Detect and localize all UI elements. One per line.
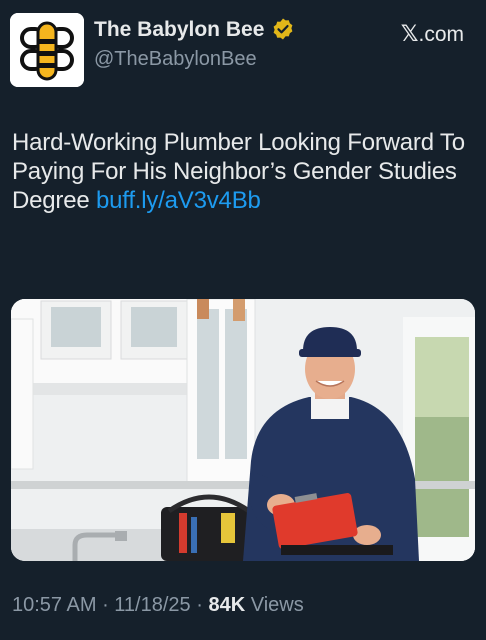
source-site[interactable]: 𝕏.com: [401, 21, 464, 47]
separator: ·: [190, 594, 209, 616]
views-label: Views: [245, 594, 304, 616]
tweet-header: The Babylon Bee @TheBabylonBee 𝕏.com: [10, 13, 464, 89]
tweet-text: Hard-Working Plumber Looking Forward To …: [12, 128, 474, 215]
bee-logo-icon: [10, 13, 84, 87]
verified-badge-icon: [273, 18, 293, 39]
tweet-link[interactable]: buff.ly/aV3v4Bb: [96, 187, 261, 214]
display-name[interactable]: The Babylon Bee: [94, 17, 264, 43]
handle[interactable]: @TheBabylonBee: [94, 46, 295, 72]
tweet-image[interactable]: [11, 299, 475, 561]
avatar[interactable]: [10, 13, 84, 87]
plumber-photo: [11, 299, 475, 561]
separator: ·: [96, 594, 115, 616]
tweet-meta: 10:57 AM · 11/18/25 · 84K Views: [12, 594, 304, 617]
tweet-time[interactable]: 10:57 AM: [12, 594, 97, 616]
views-count[interactable]: 84K: [208, 594, 245, 616]
source-label: .com: [418, 23, 464, 46]
account-names: The Babylon Bee @TheBabylonBee: [94, 17, 295, 72]
tweet-date[interactable]: 11/18/25: [114, 594, 190, 616]
x-logo-icon: 𝕏: [400, 21, 419, 46]
